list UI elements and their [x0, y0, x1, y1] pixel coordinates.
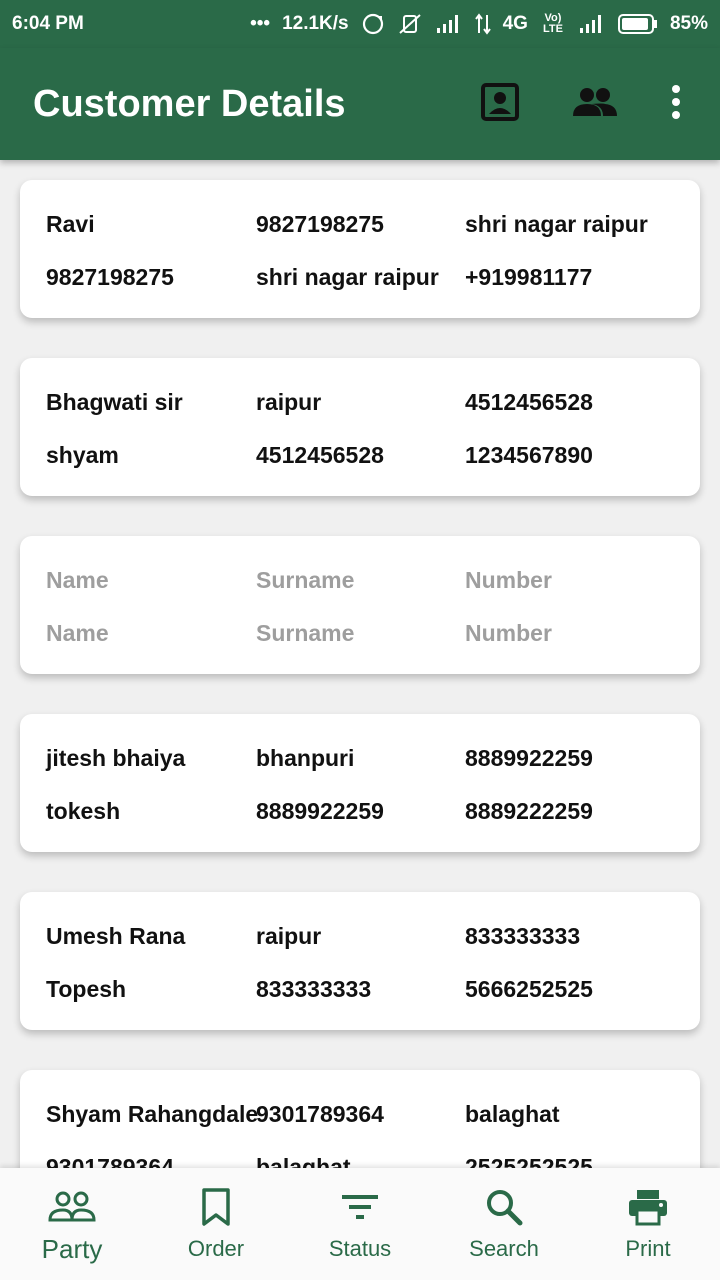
status-indicators: ••• 12.1K/s 4G Vo) LTE 85% [250, 12, 708, 36]
more-options-button[interactable] [670, 84, 682, 124]
customer-field: 8889922259 [256, 798, 384, 824]
status-bar: 6:04 PM ••• 12.1K/s 4G Vo) LTE 85% [0, 0, 720, 48]
customer-name: Umesh Rana [46, 923, 186, 949]
nav-print-label: Print [625, 1236, 671, 1261]
nav-status[interactable]: Status [288, 1168, 432, 1280]
nav-search-label: Search [469, 1236, 539, 1261]
customer-list[interactable]: Ravi 9827198275 shri nagar raipur 982719… [0, 160, 720, 1168]
customer-name: jitesh bhaiya [46, 745, 186, 771]
search-icon [485, 1186, 523, 1228]
nav-status-label: Status [328, 1236, 392, 1261]
customer-field: 8889222259 [465, 798, 593, 824]
placeholder-name: Name [46, 567, 109, 593]
app-bar-actions [480, 82, 720, 126]
customer-field: Topesh [46, 976, 127, 1002]
customer-card[interactable]: jitesh bhaiya bhanpuri 8889922259 tokesh… [20, 714, 700, 852]
customer-field: bhanpuri [256, 745, 355, 771]
customer-field: 833333333 [256, 976, 372, 1002]
bottom-navigation: Party Order Status Search Print [0, 1168, 720, 1280]
placeholder-number: Number [465, 567, 552, 593]
customer-name: Ravi [46, 211, 95, 237]
battery-icon [617, 13, 658, 35]
customer-field: 9301789364 [256, 1101, 384, 1127]
customer-field: 833333333 [465, 923, 581, 949]
customer-field: shri nagar raipur [256, 264, 439, 290]
signal-icon [435, 13, 463, 35]
customer-name: Shyam Rahangdale [46, 1101, 259, 1127]
contact-button[interactable] [480, 82, 520, 126]
placeholder-surname: Surname [256, 567, 355, 593]
bookmark-outline-icon [200, 1186, 232, 1228]
customer-card[interactable]: Umesh Rana raipur 833333333 Topesh 83333… [20, 892, 700, 1030]
customer-card[interactable]: Bhagwati sir raipur 4512456528 shyam 451… [20, 358, 700, 496]
customer-field: tokesh [46, 798, 121, 824]
contact-icon [481, 82, 519, 126]
customer-field: raipur [256, 923, 322, 949]
customer-field: 5666252525 [465, 976, 593, 1002]
customer-field: 8889922259 [465, 745, 593, 771]
volte-badge: Vo) LTE [542, 12, 563, 35]
customer-name: Bhagwati sir [46, 389, 183, 415]
sync-icon [361, 12, 385, 36]
customer-field: +919981177 [465, 264, 593, 290]
placeholder-number: Number [465, 620, 552, 646]
status-dots: ••• [250, 13, 271, 34]
customer-field: 9827198275 [256, 211, 384, 237]
customer-field: 9301789364 [46, 1154, 174, 1168]
placeholder-surname: Surname [256, 620, 355, 646]
network-type: 4G [502, 13, 528, 34]
customer-field: 1234567890 [465, 442, 593, 468]
print-icon [627, 1186, 669, 1228]
customer-field: balaghat [465, 1101, 560, 1127]
nav-order-label: Order [187, 1236, 245, 1261]
customer-field: balaghat [256, 1154, 351, 1168]
nav-order[interactable]: Order [144, 1168, 288, 1280]
network-speed: 12.1K/s [282, 13, 349, 34]
group-icon [572, 86, 618, 123]
data-arrows-icon [474, 13, 491, 35]
customer-card[interactable]: Shyam Rahangdale 9301789364 balaghat 930… [20, 1070, 700, 1168]
battery-percent: 85% [669, 13, 708, 34]
customer-field: shyam [46, 442, 119, 468]
customer-field: 4512456528 [465, 389, 593, 415]
people-outline-icon [48, 1186, 96, 1228]
group-button[interactable] [572, 84, 618, 124]
customer-field: 4512456528 [256, 442, 384, 468]
signal-icon-2 [578, 13, 606, 35]
nav-party[interactable]: Party [0, 1168, 144, 1280]
nav-party-label: Party [41, 1234, 103, 1264]
customer-field: raipur [256, 389, 322, 415]
filter-list-icon [342, 1186, 378, 1228]
nav-print[interactable]: Print [576, 1168, 720, 1280]
app-bar: Customer Details [0, 48, 720, 160]
placeholder-name: Name [46, 620, 109, 646]
status-time: 6:04 PM [12, 13, 84, 34]
customer-field: 9827198275 [46, 264, 174, 290]
vibrate-off-icon [397, 12, 423, 36]
more-vert-icon [671, 84, 681, 124]
page-title: Customer Details [33, 82, 346, 125]
customer-field: shri nagar raipur [465, 211, 648, 237]
customer-card-placeholder[interactable]: Name Surname Number Name Surname Number [20, 536, 700, 674]
customer-card[interactable]: Ravi 9827198275 shri nagar raipur 982719… [20, 180, 700, 318]
customer-field: 2525252525 [465, 1154, 593, 1168]
nav-search[interactable]: Search [432, 1168, 576, 1280]
